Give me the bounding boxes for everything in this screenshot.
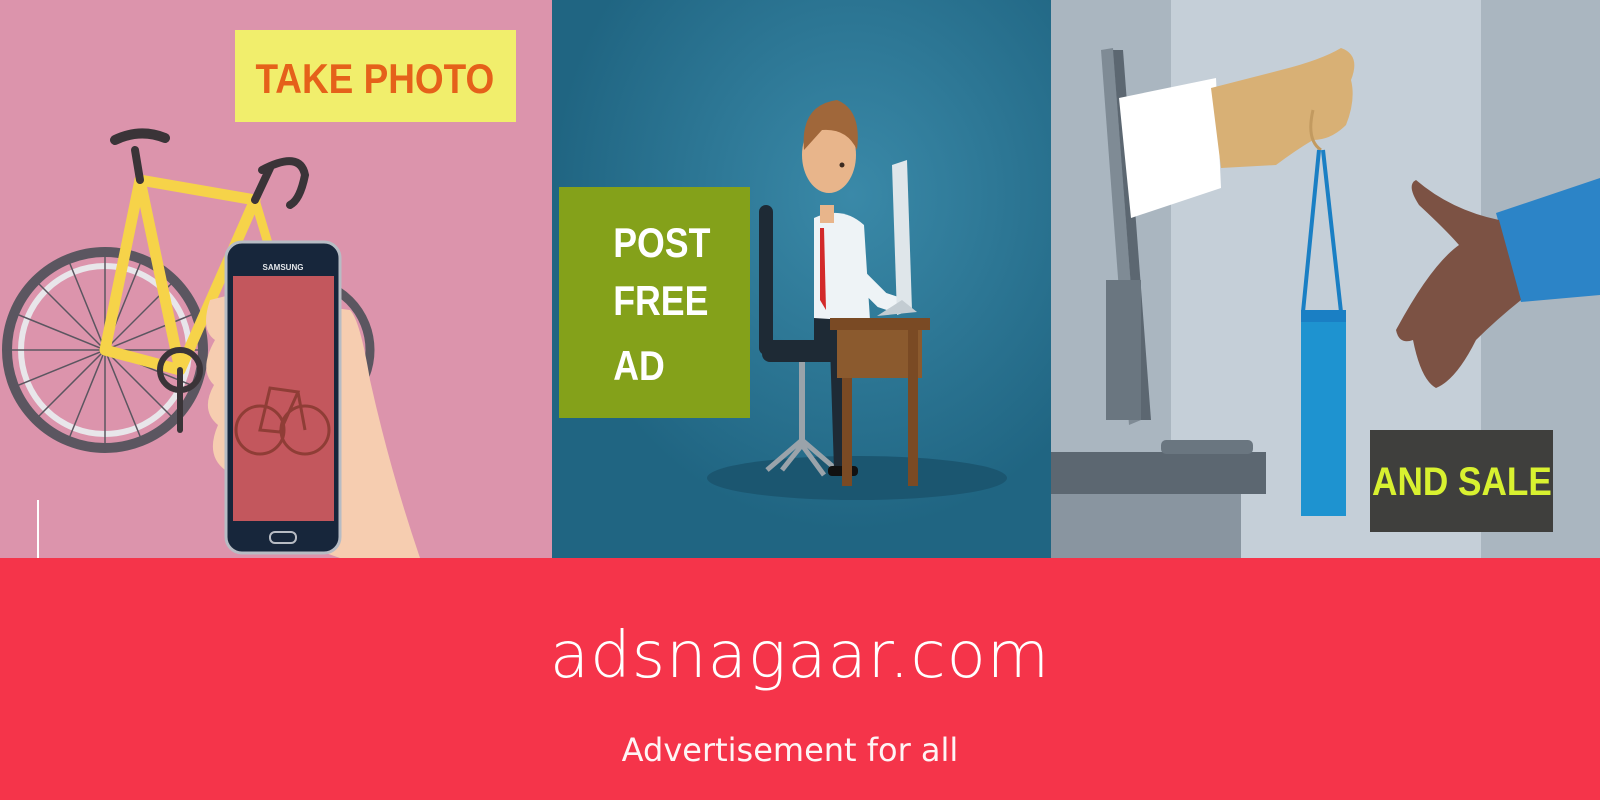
site-tagline: Advertisement for all: [621, 731, 959, 769]
post-free-ad-line-1: POST: [613, 220, 710, 266]
and-sale-panel: AND SALE: [1051, 0, 1600, 558]
take-photo-panel: TAKE PHOTO SAMSUNG: [0, 0, 552, 558]
bicycle-phone-illustration: TAKE PHOTO SAMSUNG: [0, 0, 552, 558]
phone-brand: SAMSUNG: [263, 263, 304, 272]
post-free-ad-panel: POST FREE AD: [552, 0, 1051, 558]
and-sale-label: AND SALE: [1372, 459, 1552, 504]
post-free-ad-line-3: AD: [613, 343, 665, 389]
site-name: adsnagaar.com: [549, 619, 1051, 693]
online-shopping-illustration: AND SALE: [1051, 0, 1600, 558]
take-photo-label: TAKE PHOTO: [255, 56, 494, 103]
smartphone-icon: SAMSUNG: [224, 240, 342, 555]
post-free-ad-line-2: FREE: [613, 278, 708, 324]
office-worker-illustration: POST FREE AD: [552, 0, 1051, 558]
